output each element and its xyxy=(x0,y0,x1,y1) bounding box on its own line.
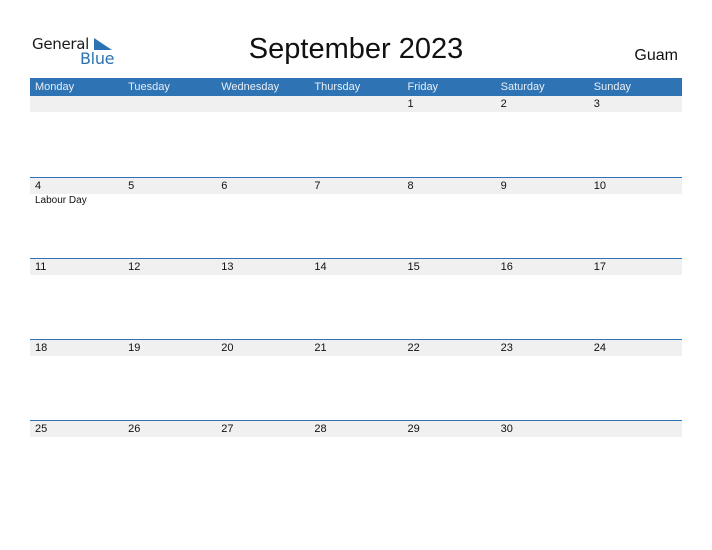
day-number: 19 xyxy=(128,342,141,354)
day-number: 17 xyxy=(593,261,606,273)
day-number: 9 xyxy=(500,180,507,192)
day-number: 7 xyxy=(314,180,321,192)
weekday-saturday: Saturday xyxy=(500,81,545,93)
day-number xyxy=(216,96,309,112)
day-number: 4 xyxy=(35,180,42,192)
holiday-label xyxy=(496,194,589,208)
date-band: 1 2 3 xyxy=(30,96,682,112)
calendar-grid: Monday Tuesday Wednesday Thursday Friday… xyxy=(30,78,682,501)
date-band: 25 26 27 28 29 30 xyxy=(30,421,682,437)
day-number: 10 xyxy=(593,180,606,192)
day-number: 12 xyxy=(128,261,141,273)
day-number: 15 xyxy=(407,261,420,273)
week-row: 1 2 3 xyxy=(30,96,682,177)
day-number: 21 xyxy=(314,342,327,354)
day-number: 20 xyxy=(221,342,234,354)
date-band: 11 12 13 14 15 16 17 xyxy=(30,259,682,275)
date-band: 4 5 6 7 8 9 10 xyxy=(30,178,682,194)
day-number: 5 xyxy=(128,180,135,192)
day-number: 26 xyxy=(128,423,141,435)
day-number: 3 xyxy=(593,98,600,110)
day-number: 30 xyxy=(500,423,513,435)
day-number xyxy=(589,421,682,437)
week-row: 18 19 20 21 22 23 24 xyxy=(30,339,682,420)
date-band: 18 19 20 21 22 23 24 xyxy=(30,340,682,356)
day-number: 18 xyxy=(35,342,48,354)
weekday-wednesday: Wednesday xyxy=(221,81,280,93)
day-number: 25 xyxy=(35,423,48,435)
events-row: Labour Day xyxy=(30,194,682,208)
day-number: 23 xyxy=(500,342,513,354)
holiday-label: Labour Day xyxy=(35,195,87,206)
day-number: 13 xyxy=(221,261,234,273)
weekday-sunday: Sunday xyxy=(593,81,632,93)
week-row: 25 26 27 28 29 30 xyxy=(30,420,682,501)
day-number: 28 xyxy=(314,423,327,435)
day-number: 16 xyxy=(500,261,513,273)
day-number: 1 xyxy=(407,98,414,110)
holiday-label xyxy=(403,194,496,208)
day-number xyxy=(123,96,216,112)
holiday-label xyxy=(589,194,682,208)
day-number: 22 xyxy=(407,342,420,354)
weekday-friday: Friday xyxy=(407,81,439,93)
day-number: 24 xyxy=(593,342,606,354)
day-number: 27 xyxy=(221,423,234,435)
holiday-label xyxy=(123,194,216,208)
day-number: 14 xyxy=(314,261,327,273)
day-number: 29 xyxy=(407,423,420,435)
holiday-label xyxy=(216,194,309,208)
weekday-tuesday: Tuesday xyxy=(128,81,170,93)
day-number xyxy=(30,96,123,112)
week-row: 4 5 6 7 8 9 10 Labour Day xyxy=(30,177,682,258)
day-number xyxy=(309,96,402,112)
page-title: September 2023 xyxy=(248,33,464,65)
day-number: 6 xyxy=(221,180,228,192)
weekday-monday: Monday xyxy=(35,81,75,93)
day-number: 2 xyxy=(500,98,507,110)
day-number: 8 xyxy=(407,180,414,192)
day-number: 11 xyxy=(35,261,47,273)
weekday-thursday: Thursday xyxy=(314,81,361,93)
weekday-header: Monday Tuesday Wednesday Thursday Friday… xyxy=(30,78,682,96)
week-row: 11 12 13 14 15 16 17 xyxy=(30,258,682,339)
region-label: Guam xyxy=(634,47,678,64)
holiday-label xyxy=(309,194,402,208)
